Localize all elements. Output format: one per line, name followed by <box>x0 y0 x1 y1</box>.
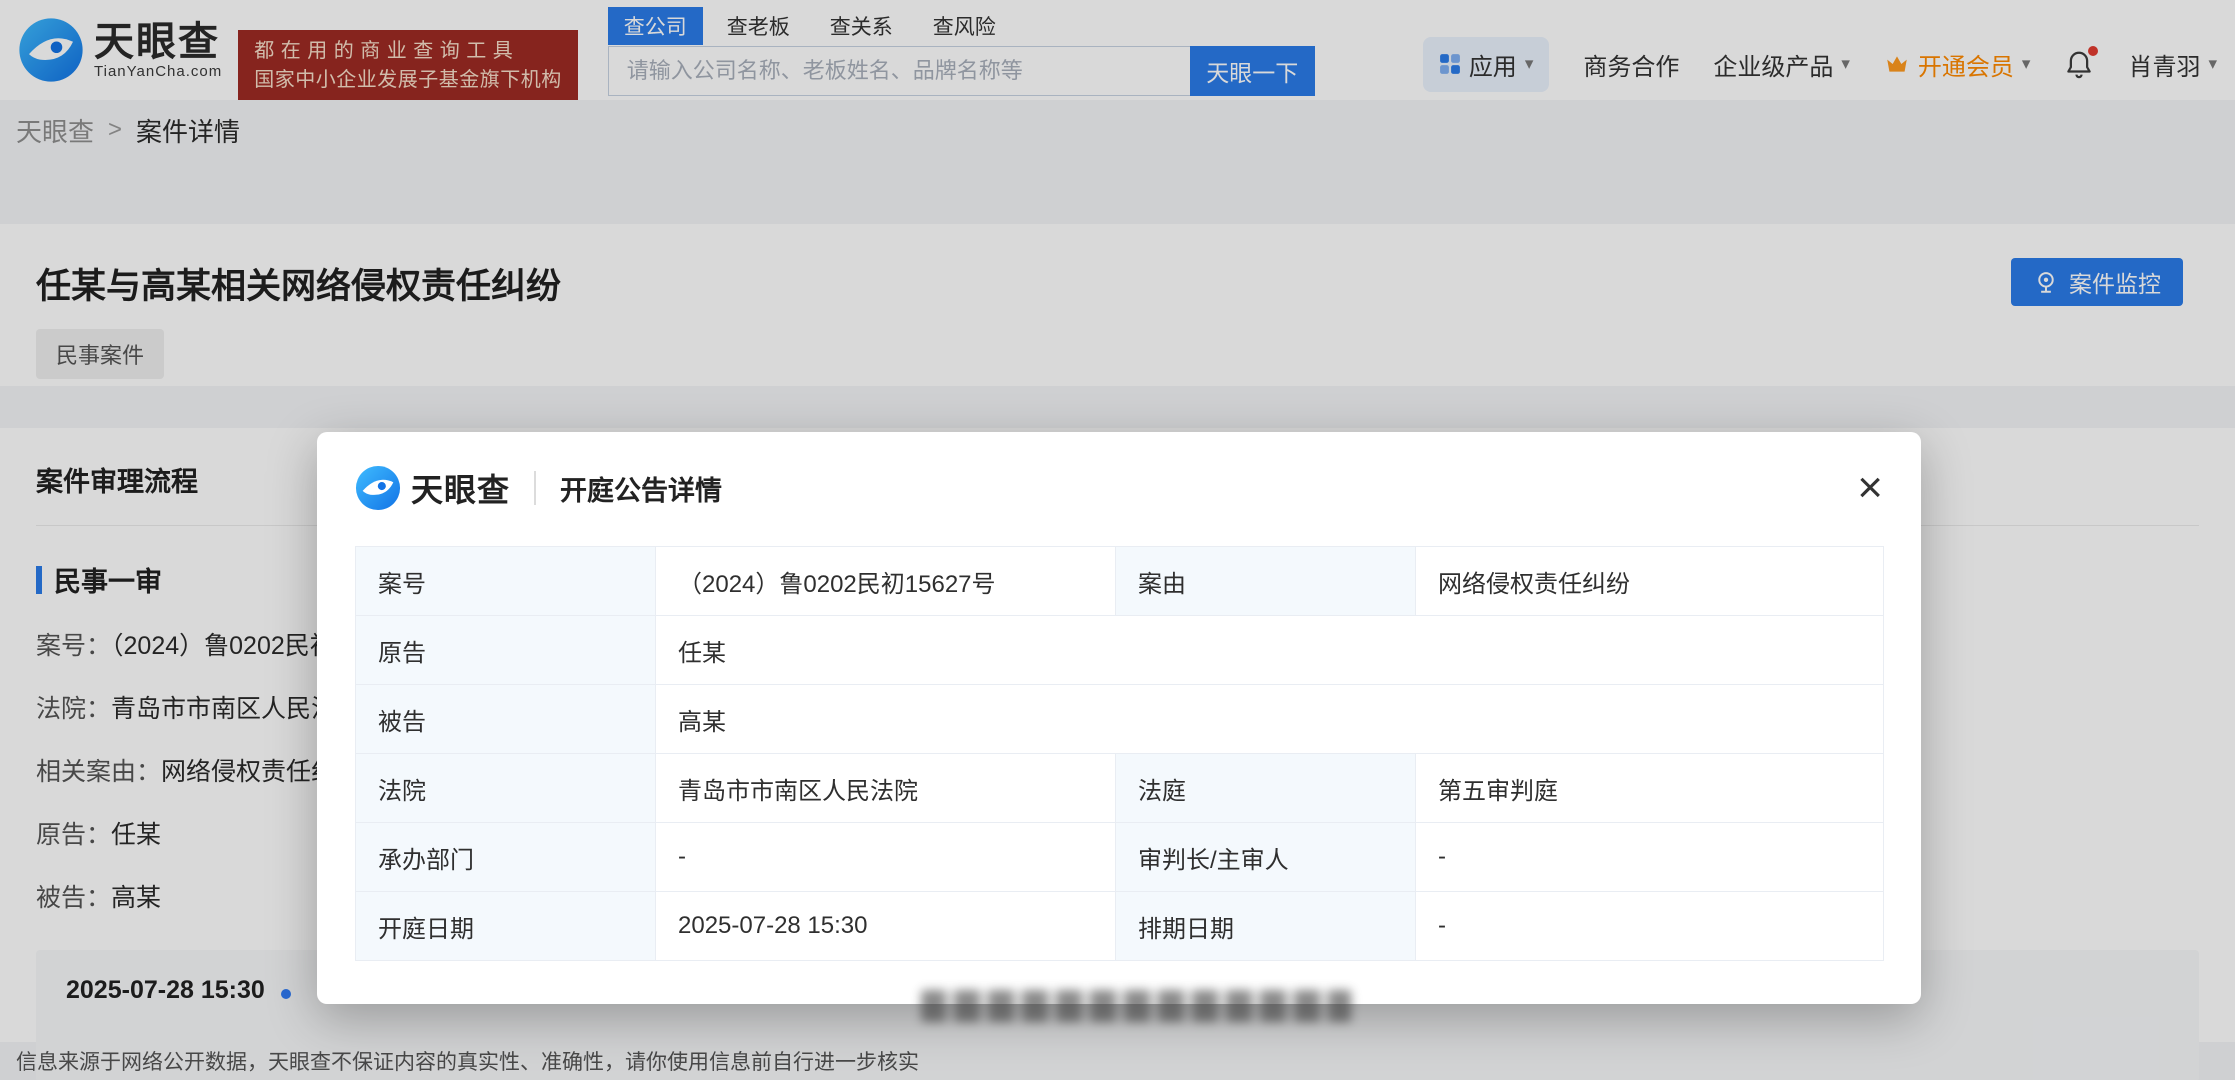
table-row: 开庭日期 2025-07-28 15:30 排期日期 - <box>355 891 1884 961</box>
cell-value: 网络侵权责任纠纷 <box>1415 546 1884 616</box>
table-row: 承办部门 - 审判长/主审人 - <box>355 822 1884 892</box>
modal-brand-text: 天眼查 <box>411 472 511 508</box>
hearing-detail-modal: 天眼查 开庭公告详情 × 案号 （2024）鲁0202民初15627号 案由 网… <box>317 432 1921 1022</box>
cell-label: 原告 <box>355 615 656 685</box>
table-row: 案号 （2024）鲁0202民初15627号 案由 网络侵权责任纠纷 <box>355 546 1884 616</box>
cell-label: 法庭 <box>1115 753 1416 823</box>
cell-value: 青岛市市南区人民法院 <box>655 753 1116 823</box>
modal-logo: 天眼查 <box>355 465 510 511</box>
cell-value: （2024）鲁0202民初15627号 <box>655 546 1116 616</box>
cell-label: 案号 <box>355 546 656 616</box>
cell-label: 审判长/主审人 <box>1115 822 1416 892</box>
table-row: 被告 高某 <box>355 684 1884 754</box>
cell-value: 任某 <box>655 615 1884 685</box>
cell-value: - <box>1415 891 1884 961</box>
page: 天眼查 TianYanCha.com 都在用的商业查询工具 国家中小企业发展子基… <box>0 0 2235 1080</box>
hearing-detail-table: 案号 （2024）鲁0202民初15627号 案由 网络侵权责任纠纷 原告 任某… <box>355 546 1884 961</box>
cell-label: 开庭日期 <box>355 891 656 961</box>
table-row: 原告 任某 <box>355 615 1884 685</box>
cell-label: 排期日期 <box>1115 891 1416 961</box>
cell-label: 承办部门 <box>355 822 656 892</box>
watermark-blur <box>921 990 1352 1022</box>
cell-value: 2025-07-28 15:30 <box>655 891 1116 961</box>
table-row: 法院 青岛市市南区人民法院 法庭 第五审判庭 <box>355 753 1884 823</box>
cell-value: 第五审判庭 <box>1415 753 1884 823</box>
modal-title: 开庭公告详情 <box>560 475 723 506</box>
close-icon[interactable]: × <box>1857 466 1883 510</box>
cell-label: 法院 <box>355 753 656 823</box>
vertical-divider <box>534 471 537 505</box>
modal-header: 天眼查 开庭公告详情 × <box>317 432 1921 516</box>
cell-label: 案由 <box>1115 546 1416 616</box>
cell-value: 高某 <box>655 684 1884 754</box>
cell-value: - <box>1415 822 1884 892</box>
cell-value: - <box>655 822 1116 892</box>
cell-label: 被告 <box>355 684 656 754</box>
tianyancha-logo-icon <box>355 465 401 511</box>
